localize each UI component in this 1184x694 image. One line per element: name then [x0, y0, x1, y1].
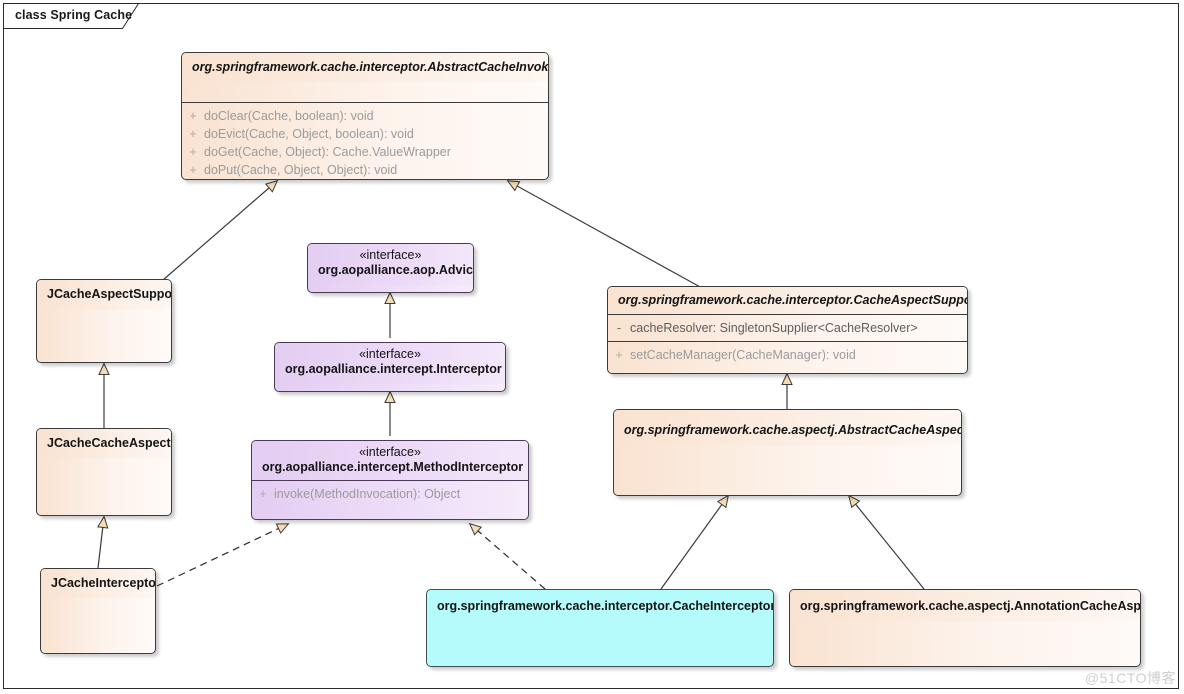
visibility-marker: +: [259, 487, 267, 501]
member-row: + doPut(Cache, Object, Object): void: [182, 161, 548, 179]
class-node-annotation-cache-aspect[interactable]: org.springframework.cache.aspectj.Annota…: [789, 589, 1141, 667]
class-title: org.aopalliance.intercept.Interceptor: [285, 362, 502, 376]
class-node-cache-interceptor[interactable]: org.springframework.cache.interceptor.Ca…: [426, 589, 774, 667]
member-signature: cacheResolver: SingletonSupplier<CacheRe…: [630, 321, 918, 335]
visibility-marker: +: [189, 109, 197, 123]
edge-cacheinterceptor-to-abstractcacheaspect: [660, 494, 729, 590]
class-node-jcache-interceptor[interactable]: JCacheInterceptor: [40, 568, 156, 654]
visibility-marker: -: [616, 321, 622, 335]
member-row: + setCacheManager(CacheManager): void: [608, 346, 967, 364]
diagram-frame-tab: class Spring Cache: [3, 3, 143, 29]
member-row: + invoke(MethodInvocation): Object: [252, 485, 528, 503]
edge-annotationcacheaspect-to-abstractcacheaspect: [847, 494, 925, 590]
member-signature: doGet(Cache, Object): Cache.ValueWrapper: [204, 145, 451, 159]
stereotype-label: «interface»: [359, 347, 421, 361]
visibility-marker: +: [189, 127, 197, 141]
class-node-jcache-aspect-support[interactable]: JCacheAspectSupport: [36, 279, 172, 363]
class-node-abstract-cache-aspect[interactable]: org.springframework.cache.aspectj.Abstra…: [613, 409, 962, 496]
class-header: org.springframework.cache.aspectj.Abstra…: [614, 410, 961, 445]
diagram-frame-label: class Spring Cache: [15, 8, 133, 22]
class-header: org.springframework.cache.interceptor.Ca…: [427, 590, 773, 621]
class-node-abstract-cache-invoker[interactable]: org.springframework.cache.interceptor.Ab…: [181, 52, 549, 180]
class-title: org.springframework.cache.aspectj.Annota…: [800, 599, 1141, 613]
member-row: + doGet(Cache, Object): Cache.ValueWrapp…: [182, 143, 548, 161]
stereotype-label: «interface»: [359, 445, 421, 459]
diagram-frame-border: [3, 3, 1179, 689]
visibility-marker: +: [189, 163, 197, 177]
class-node-jcache-cache-aspect[interactable]: JCacheCacheAspect: [36, 428, 172, 516]
header-padding: [182, 82, 548, 102]
edge-cacheaspectsupport-to-abstractcacheinvoker: [506, 180, 703, 289]
visibility-marker: +: [615, 348, 623, 362]
class-title: org.springframework.cache.interceptor.Ab…: [192, 60, 549, 74]
stereotype-label: «interface»: [359, 248, 422, 262]
edge-jcacheinterceptor-to-jcachecacheaspect: [96, 515, 109, 569]
class-title: JCacheAspectSupport: [47, 287, 172, 301]
class-title: org.springframework.cache.aspectj.Abstra…: [624, 423, 962, 437]
class-header: org.springframework.cache.aspectj.Annota…: [790, 590, 1140, 621]
class-header: «interface» org.aopalliance.intercept.In…: [275, 343, 505, 384]
edge-cacheinterceptor-realizes-methodinterceptor: [468, 522, 546, 590]
class-node-interceptor[interactable]: «interface» org.aopalliance.intercept.In…: [274, 342, 506, 392]
class-node-advice[interactable]: «interface» org.aopalliance.aop.Advice: [307, 243, 474, 293]
operations-compartment: + setCacheManager(CacheManager): void: [608, 342, 967, 368]
class-node-method-interceptor[interactable]: «interface» org.aopalliance.intercept.Me…: [251, 440, 529, 520]
watermark-label: @51CTO博客: [1084, 670, 1176, 686]
member-signature: invoke(MethodInvocation): Object: [274, 487, 461, 501]
class-header: org.springframework.cache.interceptor.Ca…: [608, 287, 967, 314]
operations-compartment: + doClear(Cache, boolean): void + doEvic…: [182, 103, 548, 179]
class-header: org.springframework.cache.interceptor.Ab…: [182, 53, 548, 82]
member-row: - cacheResolver: SingletonSupplier<Cache…: [608, 319, 967, 337]
class-node-cache-aspect-support[interactable]: org.springframework.cache.interceptor.Ca…: [607, 286, 968, 374]
member-row: + doEvict(Cache, Object, boolean): void: [182, 125, 548, 143]
uml-diagram-canvas: class Spring Cache org.springframework.c…: [0, 0, 1184, 694]
class-title: org.aopalliance.aop.Advice: [318, 263, 474, 277]
class-title: org.springframework.cache.interceptor.Ca…: [437, 599, 774, 613]
class-title: JCacheCacheAspect: [47, 436, 171, 450]
class-header: «interface» org.aopalliance.aop.Advice: [308, 244, 473, 285]
operations-compartment: + invoke(MethodInvocation): Object: [252, 481, 528, 508]
visibility-marker: +: [189, 145, 197, 159]
member-signature: doClear(Cache, boolean): void: [204, 109, 374, 123]
class-title: org.aopalliance.intercept.MethodIntercep…: [262, 460, 524, 474]
class-header: JCacheCacheAspect: [37, 429, 171, 458]
attributes-compartment: - cacheResolver: SingletonSupplier<Cache…: [608, 315, 967, 341]
member-row: + doClear(Cache, boolean): void: [182, 107, 548, 125]
member-signature: doEvict(Cache, Object, boolean): void: [204, 127, 414, 141]
member-signature: doPut(Cache, Object, Object): void: [204, 163, 398, 177]
class-header: «interface» org.aopalliance.intercept.Me…: [252, 441, 528, 480]
class-header: JCacheInterceptor: [41, 569, 155, 598]
class-header: JCacheAspectSupport: [37, 280, 171, 309]
class-title: org.springframework.cache.interceptor.Ca…: [618, 293, 968, 307]
edge-jcacheaspectsupport-to-abstractcacheinvoker: [162, 179, 279, 281]
edge-jcacheinterceptor-realizes-methodinterceptor: [156, 523, 290, 587]
class-title: JCacheInterceptor: [51, 576, 156, 590]
member-signature: setCacheManager(CacheManager): void: [630, 348, 856, 362]
